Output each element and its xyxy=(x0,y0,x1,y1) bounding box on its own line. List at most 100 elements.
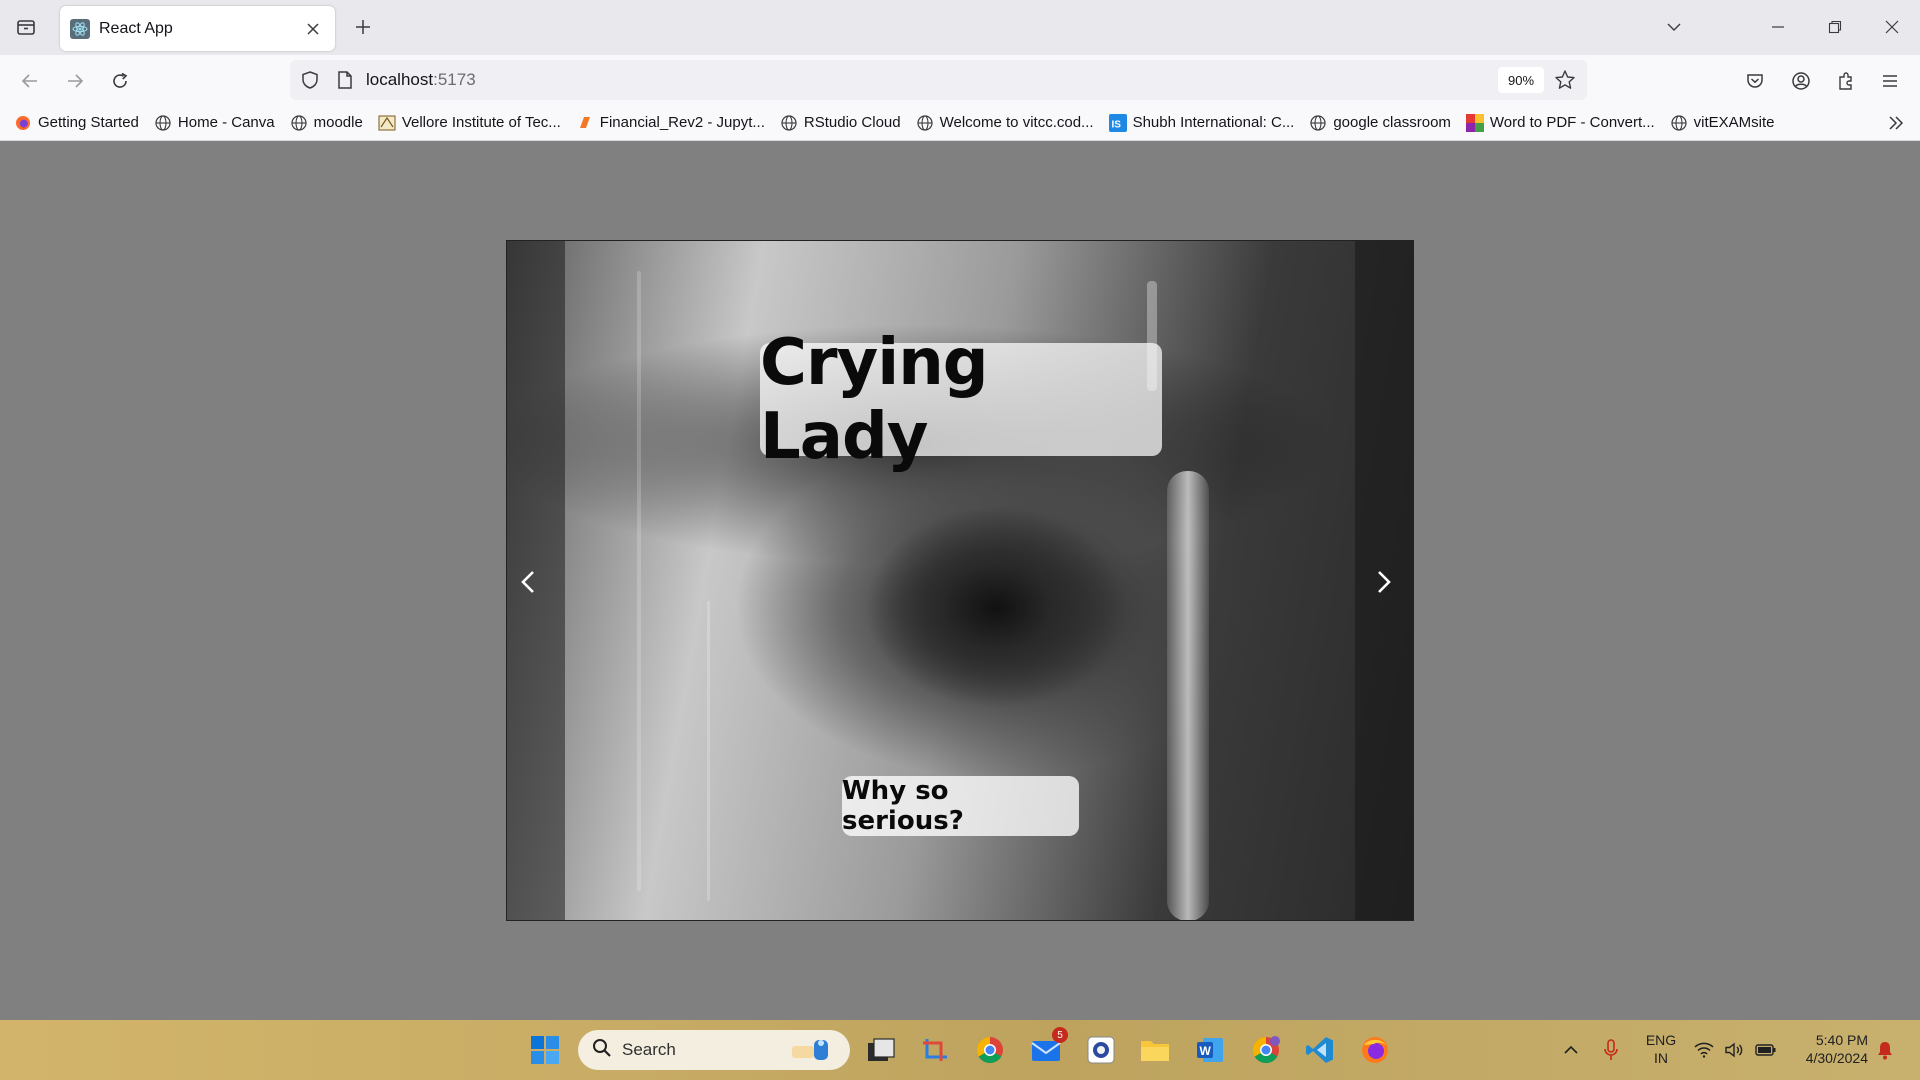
tab-strip: React App xyxy=(0,0,1920,55)
bookmark-shubh-international[interactable]: IS Shubh International: C... xyxy=(1108,113,1295,132)
slide-caption: Why so serious? xyxy=(842,776,964,836)
chevron-double-right-icon[interactable] xyxy=(1884,112,1908,134)
zoom-level-indicator[interactable]: 90% xyxy=(1498,67,1544,93)
forward-arrow-icon[interactable] xyxy=(59,65,91,97)
water-streak xyxy=(707,601,710,901)
bookmark-moodle[interactable]: moodle xyxy=(290,114,363,132)
app-shield-icon[interactable] xyxy=(1081,1030,1121,1070)
bookmark-vitcc-code[interactable]: Welcome to vitcc.cod... xyxy=(916,114,1094,132)
bookmark-label: Home - Canva xyxy=(177,114,275,131)
bookmark-star-icon[interactable] xyxy=(1553,68,1577,92)
water-streak xyxy=(637,271,641,891)
globe-icon xyxy=(1670,114,1688,132)
account-icon[interactable] xyxy=(1785,65,1817,97)
search-highlight-icon xyxy=(788,1036,836,1069)
chrome-profile-icon[interactable] xyxy=(1246,1030,1286,1070)
url-port: :5173 xyxy=(433,70,476,89)
tracking-protection-shield-icon[interactable] xyxy=(298,68,322,92)
word-icon[interactable]: W xyxy=(1190,1030,1230,1070)
jupyter-icon xyxy=(576,114,594,132)
vit-logo-icon xyxy=(378,114,396,132)
clock-date: 4/30/2024 xyxy=(1805,1050,1868,1066)
bookmark-vellore-institute[interactable]: Vellore Institute of Tec... xyxy=(378,114,561,132)
globe-icon xyxy=(916,114,934,132)
task-view-icon[interactable] xyxy=(861,1030,901,1070)
bookmark-vitexamsite[interactable]: vitEXAMsite xyxy=(1670,114,1775,132)
globe-icon xyxy=(780,114,798,132)
language-line-1: ENG xyxy=(1645,1032,1677,1048)
navigation-toolbar: localhost:5173 90% xyxy=(0,55,1920,105)
bookmark-google-classroom[interactable]: google classroom xyxy=(1309,114,1451,132)
pocket-icon[interactable] xyxy=(1739,65,1771,97)
volume-icon[interactable] xyxy=(1723,1034,1745,1066)
slide-title-box: Crying Lady xyxy=(760,326,1162,474)
microphone-icon[interactable] xyxy=(1600,1034,1622,1066)
carousel-prev-arrow-icon[interactable] xyxy=(511,564,547,600)
globe-icon xyxy=(154,114,172,132)
new-tab-icon[interactable] xyxy=(348,12,378,42)
bookmarks-toolbar: Getting Started Home - Canva moodle Vell… xyxy=(0,105,1920,141)
bookmark-label: vitEXAMsite xyxy=(1693,114,1775,131)
back-arrow-icon[interactable] xyxy=(14,65,46,97)
language-indicator[interactable]: ENG IN xyxy=(1643,1031,1679,1067)
bookmark-label: Word to PDF - Convert... xyxy=(1489,114,1655,131)
bookmark-label: Getting Started xyxy=(38,114,139,131)
url-text[interactable]: localhost:5173 xyxy=(366,70,476,90)
page-content: Crying Lady Why so serious? xyxy=(0,141,1920,1020)
notification-bell-icon[interactable] xyxy=(1874,1034,1896,1066)
wifi-icon[interactable] xyxy=(1693,1034,1715,1066)
bookmark-home-canva[interactable]: Home - Canva xyxy=(154,114,275,132)
carousel-next-arrow-icon[interactable] xyxy=(1365,564,1401,600)
firefox-icon xyxy=(14,114,32,132)
bookmark-label: Vellore Institute of Tec... xyxy=(401,114,561,131)
close-window-icon[interactable] xyxy=(1872,10,1912,44)
list-all-tabs-icon[interactable] xyxy=(10,12,42,42)
tear-drop-shape xyxy=(1167,471,1209,920)
slide-caption-box: Why so serious? xyxy=(842,776,1079,836)
globe-icon xyxy=(1309,114,1327,132)
snipping-tool-icon[interactable] xyxy=(916,1030,956,1070)
mail-badge: 5 xyxy=(1052,1027,1068,1043)
search-icon xyxy=(592,1038,612,1063)
bookmark-label: RStudio Cloud xyxy=(803,114,901,131)
file-explorer-icon[interactable] xyxy=(1135,1030,1175,1070)
extensions-icon[interactable] xyxy=(1830,65,1862,97)
slide-title: Crying Lady xyxy=(760,325,989,474)
system-clock[interactable]: 5:40 PM 4/30/2024 xyxy=(1788,1031,1868,1067)
reload-icon[interactable] xyxy=(104,65,136,97)
battery-icon[interactable] xyxy=(1754,1034,1778,1066)
bookmark-label: google classroom xyxy=(1333,114,1451,131)
bookmark-getting-started[interactable]: Getting Started xyxy=(14,114,139,132)
taskbar-search[interactable]: Search xyxy=(578,1030,850,1070)
page-info-icon[interactable] xyxy=(333,68,357,92)
mail-icon[interactable]: 5 xyxy=(1026,1027,1068,1070)
chevron-down-icon[interactable] xyxy=(1654,10,1694,44)
minimize-icon[interactable] xyxy=(1758,10,1798,44)
restore-icon[interactable] xyxy=(1815,10,1855,44)
svg-text:IS: IS xyxy=(1111,119,1121,130)
image-carousel: Crying Lady Why so serious? xyxy=(506,240,1414,921)
windows-taskbar: Search 5 W ENG IN 5:40 PM 4/30/2024 xyxy=(0,1020,1920,1080)
menu-hamburger-icon[interactable] xyxy=(1874,65,1906,97)
globe-icon xyxy=(290,114,308,132)
bookmark-financial-jupyter[interactable]: Financial_Rev2 - Jupyt... xyxy=(576,114,765,132)
react-icon xyxy=(70,18,90,39)
bookmark-label: moodle xyxy=(313,114,363,131)
language-line-2: IN xyxy=(1654,1050,1668,1066)
close-tab-icon[interactable] xyxy=(301,17,325,41)
chrome-icon[interactable] xyxy=(970,1030,1010,1070)
windows-start-icon[interactable] xyxy=(525,1030,565,1070)
bookmark-word-to-pdf[interactable]: Word to PDF - Convert... xyxy=(1465,113,1655,132)
is-logo-icon: IS xyxy=(1108,113,1127,132)
active-tab[interactable]: React App xyxy=(60,6,335,51)
svg-text:W: W xyxy=(1200,1044,1212,1058)
clock-time: 5:40 PM xyxy=(1815,1032,1868,1048)
tab-title: React App xyxy=(99,19,173,37)
colorful-grid-icon xyxy=(1465,113,1484,132)
bookmark-label: Shubh International: C... xyxy=(1132,114,1295,131)
chevron-up-icon[interactable] xyxy=(1560,1034,1582,1066)
vscode-icon[interactable] xyxy=(1300,1030,1340,1070)
bookmark-rstudio-cloud[interactable]: RStudio Cloud xyxy=(780,114,901,132)
address-bar[interactable]: localhost:5173 90% xyxy=(290,60,1587,100)
firefox-taskbar-icon[interactable] xyxy=(1355,1030,1395,1070)
